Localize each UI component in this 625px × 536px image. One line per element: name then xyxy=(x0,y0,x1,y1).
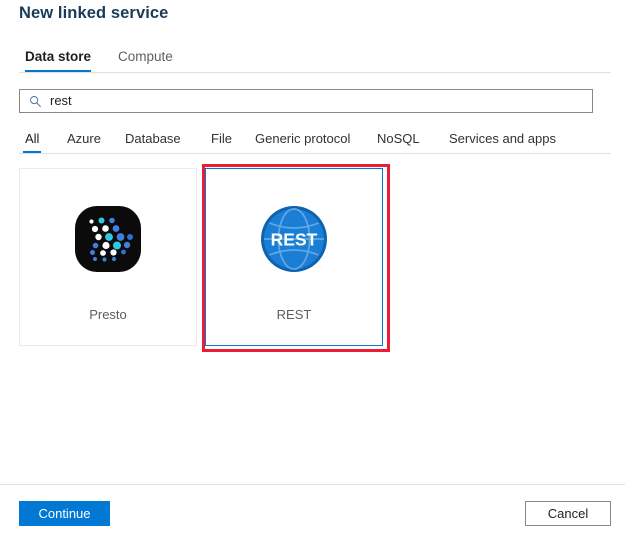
filter-tab-file[interactable]: File xyxy=(211,129,232,148)
page-title: New linked service xyxy=(19,4,168,23)
rest-globe-text: REST xyxy=(271,230,318,250)
footer-divider xyxy=(0,484,625,485)
connector-card-presto-label: Presto xyxy=(20,307,196,322)
filter-tab-azure-label: Azure xyxy=(67,131,101,146)
filter-tab-nosql[interactable]: NoSQL xyxy=(377,129,420,148)
tab-compute-label: Compute xyxy=(118,49,173,64)
connector-card-rest-label: REST xyxy=(206,307,382,322)
filter-tab-generic-protocol-label: Generic protocol xyxy=(255,131,350,146)
search-input[interactable]: rest xyxy=(50,93,72,109)
rest-icon-container: REST xyxy=(206,203,382,275)
filter-tab-database[interactable]: Database xyxy=(125,129,181,148)
filter-tab-nosql-label: NoSQL xyxy=(377,131,420,146)
tab-selected-indicator xyxy=(25,70,91,72)
filter-selected-indicator xyxy=(23,151,41,153)
filter-tab-file-label: File xyxy=(211,131,232,146)
pivot-tablist: Data store Compute xyxy=(19,47,611,73)
tab-data-store-label: Data store xyxy=(25,49,91,64)
rest-globe-icon: REST xyxy=(259,204,329,274)
presto-icon-container xyxy=(20,203,196,275)
category-filter-divider xyxy=(19,153,611,154)
connector-card-presto[interactable]: Presto xyxy=(19,168,197,346)
tab-data-store[interactable]: Data store xyxy=(25,47,91,67)
cancel-button[interactable]: Cancel xyxy=(525,501,611,526)
filter-tab-database-label: Database xyxy=(125,131,181,146)
search-box[interactable]: rest xyxy=(19,89,593,113)
presto-logo-icon xyxy=(75,206,141,272)
category-filter-tablist: All Azure Database File Generic protocol… xyxy=(19,128,611,154)
search-icon xyxy=(29,95,42,108)
filter-tab-all-label: All xyxy=(25,131,39,146)
connector-card-rest[interactable]: REST REST xyxy=(205,168,383,346)
filter-tab-services-and-apps-label: Services and apps xyxy=(449,131,556,146)
filter-tab-generic-protocol[interactable]: Generic protocol xyxy=(255,129,350,148)
filter-tab-services-and-apps[interactable]: Services and apps xyxy=(449,129,556,148)
pivot-divider xyxy=(19,72,611,73)
tab-compute[interactable]: Compute xyxy=(118,47,173,67)
continue-button[interactable]: Continue xyxy=(19,501,110,526)
filter-tab-all[interactable]: All xyxy=(25,129,39,148)
filter-tab-azure[interactable]: Azure xyxy=(67,129,101,148)
